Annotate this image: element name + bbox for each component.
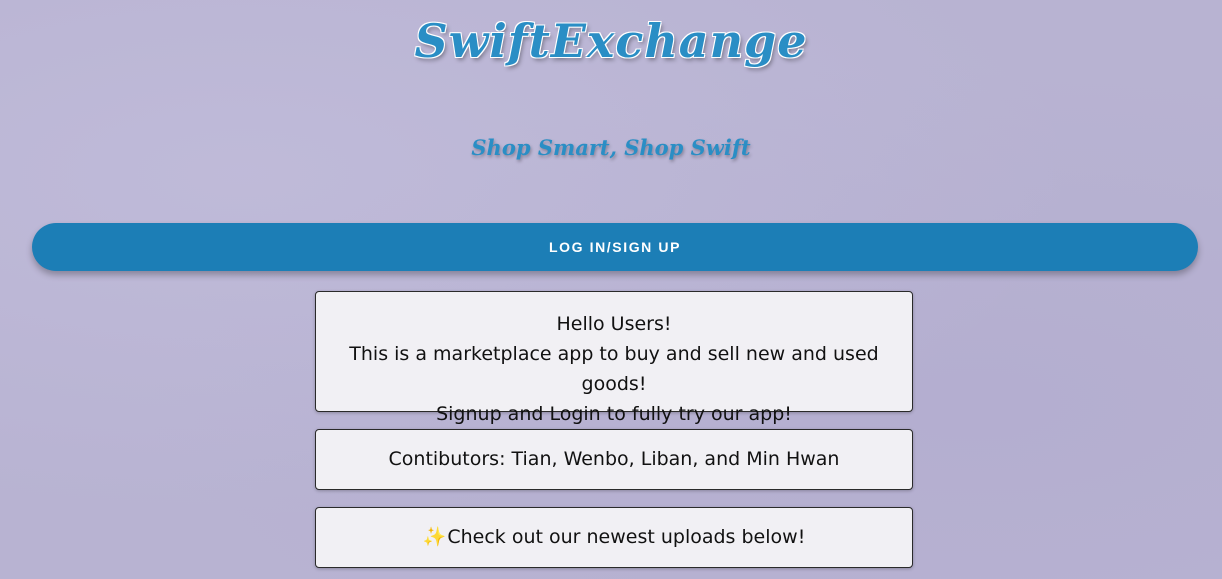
sparkle-icon: ✨ [422,526,447,548]
app-tagline: Shop Smart, Shop Swift [471,135,751,160]
uploads-card: ✨Check out our newest uploads below! [315,507,913,568]
intro-greeting: Hello Users! [556,313,672,335]
intro-card: Hello Users! This is a marketplace app t… [315,291,913,425]
uploads-text: Check out our newest uploads below! [447,526,806,548]
intro-call-to-action: Signup and Login to fully try our app! [436,403,792,425]
login-signup-button[interactable]: LOG IN/SIGN UP [32,223,1198,271]
contributors-card: Contibutors: Tian, Wenbo, Liban, and Min… [315,429,913,490]
app-title: SwiftExchange [414,14,808,68]
contributors-text: Contibutors: Tian, Wenbo, Liban, and Min… [388,448,840,470]
intro-description: This is a marketplace app to buy and sel… [349,343,879,395]
